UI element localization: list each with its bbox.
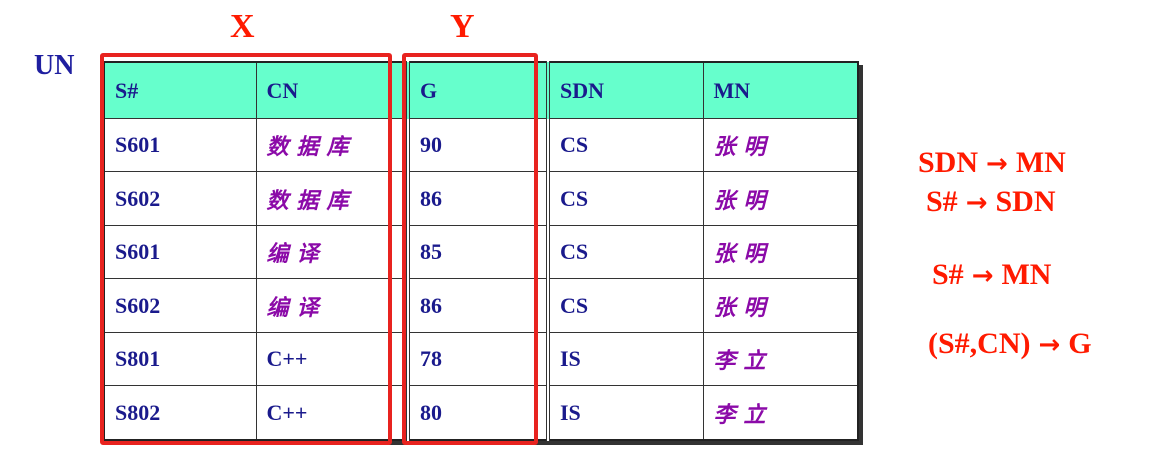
cell-sno: S601 xyxy=(103,224,257,280)
cell-mn: 张明 xyxy=(702,171,859,226)
header-sdn: SDN xyxy=(546,61,704,119)
cell-mn: 张明 xyxy=(702,117,859,173)
table-row: S801 C++ 78 IS 李立 xyxy=(103,331,859,387)
cell-g: 86 xyxy=(406,171,549,226)
cell-g: 86 xyxy=(406,278,549,333)
cell-sno: S601 xyxy=(103,117,257,173)
arrow-icon: → xyxy=(1038,330,1061,360)
relation-table: S# CN G SDN MN S601 数据库 90 CS 张明 S602 数据… xyxy=(103,61,859,441)
header-sno: S# xyxy=(103,61,257,119)
cell-sno: S602 xyxy=(103,278,257,333)
dependency-right: MN xyxy=(1001,258,1052,291)
cell-sdn: CS xyxy=(546,117,704,173)
arrow-icon: → xyxy=(965,188,988,218)
table-row: S802 C++ 80 IS 李立 xyxy=(103,385,859,441)
cell-g: 90 xyxy=(406,117,549,173)
cell-sdn: CS xyxy=(546,171,704,226)
cell-sno: S602 xyxy=(103,171,257,226)
cell-sno: S802 xyxy=(103,385,257,441)
dependency-right: G xyxy=(1068,327,1092,360)
cell-sno: S801 xyxy=(103,331,257,387)
dependency-4: (S#,CN) → G xyxy=(928,327,1092,361)
table-header-row: S# CN G SDN MN xyxy=(103,61,859,119)
relation-name: UN xyxy=(34,50,75,81)
arrow-icon: → xyxy=(971,261,994,291)
arrow-icon: → xyxy=(986,149,1008,179)
header-cn: CN xyxy=(255,61,409,119)
cell-cn: 编译 xyxy=(255,278,409,333)
header-g: G xyxy=(406,61,549,119)
dependency-3: S# → MN xyxy=(932,258,1051,292)
cell-g: 85 xyxy=(406,224,549,280)
cell-sdn: CS xyxy=(546,278,704,333)
dependency-left: (S#,CN) xyxy=(928,327,1031,360)
dependency-right: MN xyxy=(1015,146,1066,179)
dependency-2: S# → SDN xyxy=(926,185,1056,219)
dependency-1: SDN → MN xyxy=(918,146,1066,180)
marker-y: Y xyxy=(450,8,475,45)
cell-g: 78 xyxy=(406,331,549,387)
dependency-left: SDN xyxy=(918,146,979,179)
marker-x: X xyxy=(230,8,255,45)
table-row: S601 编译 85 CS 张明 xyxy=(103,224,859,280)
cell-mn: 张明 xyxy=(702,278,859,333)
header-mn: MN xyxy=(702,61,859,119)
cell-cn: C++ xyxy=(255,385,409,441)
table-row: S602 编译 86 CS 张明 xyxy=(103,278,859,333)
cell-mn: 张明 xyxy=(702,224,859,280)
cell-cn: C++ xyxy=(255,331,409,387)
dependency-right: SDN xyxy=(995,185,1056,218)
cell-sdn: CS xyxy=(546,224,704,280)
cell-g: 80 xyxy=(406,385,549,441)
cell-cn: 数据库 xyxy=(255,117,409,173)
dependency-left: S# xyxy=(932,258,964,291)
cell-sdn: IS xyxy=(546,385,704,441)
cell-mn: 李立 xyxy=(702,331,859,387)
cell-cn: 编译 xyxy=(255,224,409,280)
table-row: S601 数据库 90 CS 张明 xyxy=(103,117,859,173)
cell-mn: 李立 xyxy=(702,385,859,441)
dependency-left: S# xyxy=(926,185,958,218)
cell-cn: 数据库 xyxy=(255,171,409,226)
table-row: S602 数据库 86 CS 张明 xyxy=(103,171,859,226)
cell-sdn: IS xyxy=(546,331,704,387)
